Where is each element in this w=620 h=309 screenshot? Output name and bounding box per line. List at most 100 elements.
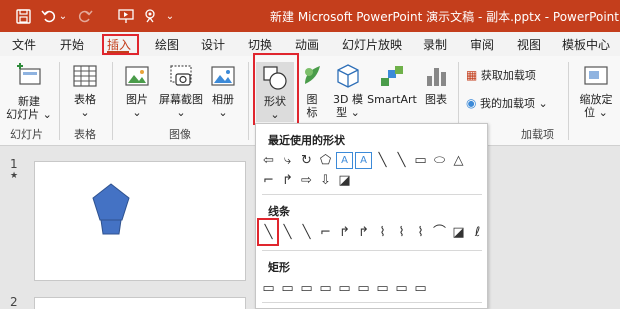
elbow-arrow-connector-shape[interactable]: ↱ — [279, 172, 296, 189]
round-single-corner-rectangle-shape[interactable]: ▭ — [374, 280, 391, 297]
vertical-textbox-shape[interactable]: A — [355, 151, 372, 169]
curved-double-arrow-connector-shape[interactable]: ⌇ — [412, 224, 429, 241]
elbow-connector-shape[interactable]: ⌐ — [260, 172, 277, 189]
store-icon: ▦ — [466, 68, 478, 82]
table-icon — [73, 65, 97, 87]
tab-slideshow[interactable]: 幻灯片放映 — [342, 36, 402, 53]
shapes-gallery: 最近使用的形状 ⇦ ⤷ ↻ ⬠ A A ╲ ╲ ▭ ⬭ △ ⌐ ↱ ⇨ ⇩ ◪ … — [255, 123, 488, 309]
chart-button[interactable]: 图表 — [420, 62, 452, 106]
get-addins-button[interactable]: ▦ 获取加载项 — [466, 68, 556, 83]
elbow-connector-shape[interactable]: ⌐ — [317, 224, 334, 241]
window-title: 新建 Microsoft PowerPoint 演示文稿 - 副本.pptx -… — [270, 10, 619, 24]
oval-shape[interactable]: ⬭ — [431, 152, 448, 169]
ribbon-separator — [248, 62, 249, 140]
tab-animations[interactable]: 动画 — [295, 36, 319, 53]
new-slide-button[interactable]: 新建 幻灯片 ⌄ — [6, 62, 52, 121]
icons-icon — [305, 66, 320, 84]
line-shape-highlight — [257, 218, 279, 246]
undo-dropdown-icon[interactable]: ⌄ — [58, 6, 68, 26]
elbow-double-arrow-connector-shape[interactable]: ↱ — [355, 224, 372, 241]
snip-diagonal-rectangle-shape[interactable]: ▭ — [336, 280, 353, 297]
arrow-right-shape[interactable]: ⇨ — [298, 172, 315, 189]
pentagon-shape[interactable]: ⬠ — [317, 152, 334, 169]
pentagon-shape — [92, 183, 130, 235]
insert-tab-highlight — [102, 34, 139, 55]
touch-mode-icon[interactable] — [141, 6, 159, 26]
group-label-tables: 表格 — [74, 128, 96, 141]
curved-arrow-shape[interactable]: ↻ — [298, 152, 315, 169]
redo-icon[interactable] — [76, 6, 94, 26]
tab-home[interactable]: 开始 — [60, 36, 84, 53]
ribbon-separator — [568, 62, 569, 140]
round-same-side-rectangle-shape[interactable]: ▭ — [393, 280, 410, 297]
slide-thumbnail-1[interactable] — [34, 161, 246, 281]
smartart-button[interactable]: SmartArt — [366, 62, 418, 106]
line-shape[interactable]: ╲ — [374, 152, 391, 169]
freeform-shape[interactable]: ◪ — [450, 224, 467, 241]
ribbon-tabs: 文件 开始 插入 绘图 设计 切换 动画 幻灯片放映 录制 审阅 视图 模板中心 — [0, 32, 620, 56]
elbow-arrow-connector-shape[interactable]: ↱ — [336, 224, 353, 241]
cube-icon — [337, 64, 359, 88]
tab-file[interactable]: 文件 — [12, 36, 36, 53]
snip-round-rectangle-shape[interactable]: ▭ — [355, 280, 372, 297]
curved-arrow-connector-shape[interactable]: ⌇ — [393, 224, 410, 241]
customize-qat-icon[interactable]: ⌄ — [164, 6, 176, 26]
recent-shapes-row-1: ⇦ ⤷ ↻ ⬠ A A ╲ ╲ ▭ ⬭ △ — [260, 149, 469, 171]
textbox-shape[interactable]: A — [336, 151, 353, 169]
curved-connector-shape[interactable]: ⌇ — [374, 224, 391, 241]
recent-shapes-heading: 最近使用的形状 — [268, 134, 345, 147]
slide-thumbnails-pane: 1 ★ 2 — [0, 147, 255, 309]
curve-shape[interactable]: ⌒ — [431, 224, 448, 241]
group-label-slides: 幻灯片 — [10, 128, 43, 141]
zoom-icon — [584, 66, 608, 85]
tab-view[interactable]: 视图 — [517, 36, 541, 53]
triangle-shape[interactable]: △ — [450, 152, 467, 169]
save-icon[interactable] — [14, 6, 32, 26]
picture-button[interactable]: 图片 ⌄ — [118, 62, 156, 119]
undo-icon[interactable] — [40, 6, 58, 26]
snip-corner-shape[interactable]: ◪ — [336, 172, 353, 189]
slide-thumbnail-2[interactable] — [34, 297, 246, 309]
menu-separator — [262, 302, 482, 303]
tab-review[interactable]: 审阅 — [470, 36, 494, 53]
icons-button[interactable]: 图 标 — [300, 62, 324, 119]
slide-number-2: 2 — [10, 295, 18, 309]
round-diagonal-rectangle-shape[interactable]: ▭ — [412, 280, 429, 297]
my-addins-button[interactable]: ◉ 我的加载项 ⌄ — [466, 96, 562, 111]
arrow-line-shape[interactable]: ╲ — [393, 152, 410, 169]
photo-album-icon — [211, 66, 235, 86]
arrow-left-shape[interactable]: ⇦ — [260, 152, 277, 169]
rectangle-shape[interactable]: ▭ — [260, 280, 277, 297]
tab-template-center[interactable]: 模板中心 — [562, 36, 610, 53]
snip-single-corner-rectangle-shape[interactable]: ▭ — [298, 280, 315, 297]
zoom-button[interactable]: 缩放定 位 ⌄ — [574, 62, 618, 119]
3d-models-button[interactable]: 3D 模 型 ⌄ — [330, 62, 366, 119]
snip-same-side-rectangle-shape[interactable]: ▭ — [317, 280, 334, 297]
chart-icon — [427, 68, 446, 86]
ribbon-separator — [112, 62, 113, 140]
connector-elbow-shape[interactable]: ⤷ — [279, 152, 296, 169]
recent-shapes-row-2: ⌐ ↱ ⇨ ⇩ ◪ — [260, 169, 355, 191]
slide-transition-star: ★ — [10, 171, 19, 181]
tab-design[interactable]: 设计 — [201, 36, 225, 53]
tab-record[interactable]: 录制 — [423, 36, 447, 53]
ribbon-separator — [59, 62, 60, 140]
rounded-rectangle-shape[interactable]: ▭ — [279, 280, 296, 297]
addins-icon: ◉ — [466, 96, 477, 110]
tab-transitions[interactable]: 切换 — [248, 36, 272, 53]
present-from-start-icon[interactable] — [117, 6, 135, 26]
scribble-shape[interactable]: ℓ — [469, 224, 486, 241]
menu-separator — [262, 194, 482, 195]
photo-album-button[interactable]: 相册 ⌄ — [205, 62, 241, 119]
double-arrow-line-shape[interactable]: ╲ — [298, 224, 315, 241]
rectangle-shape[interactable]: ▭ — [412, 152, 429, 169]
table-button[interactable]: 表格 ⌄ — [66, 62, 104, 119]
lines-heading: 线条 — [268, 205, 290, 218]
smartart-icon — [381, 66, 403, 86]
rectangles-row: ▭ ▭ ▭ ▭ ▭ ▭ ▭ ▭ ▭ — [260, 277, 431, 299]
arrow-down-shape[interactable]: ⇩ — [317, 172, 334, 189]
tab-draw[interactable]: 绘图 — [155, 36, 179, 53]
arrow-line-shape[interactable]: ╲ — [279, 224, 296, 241]
screenshot-button[interactable]: 屏幕截图 ⌄ — [157, 62, 205, 119]
slide-number-1: 1 — [10, 157, 18, 171]
